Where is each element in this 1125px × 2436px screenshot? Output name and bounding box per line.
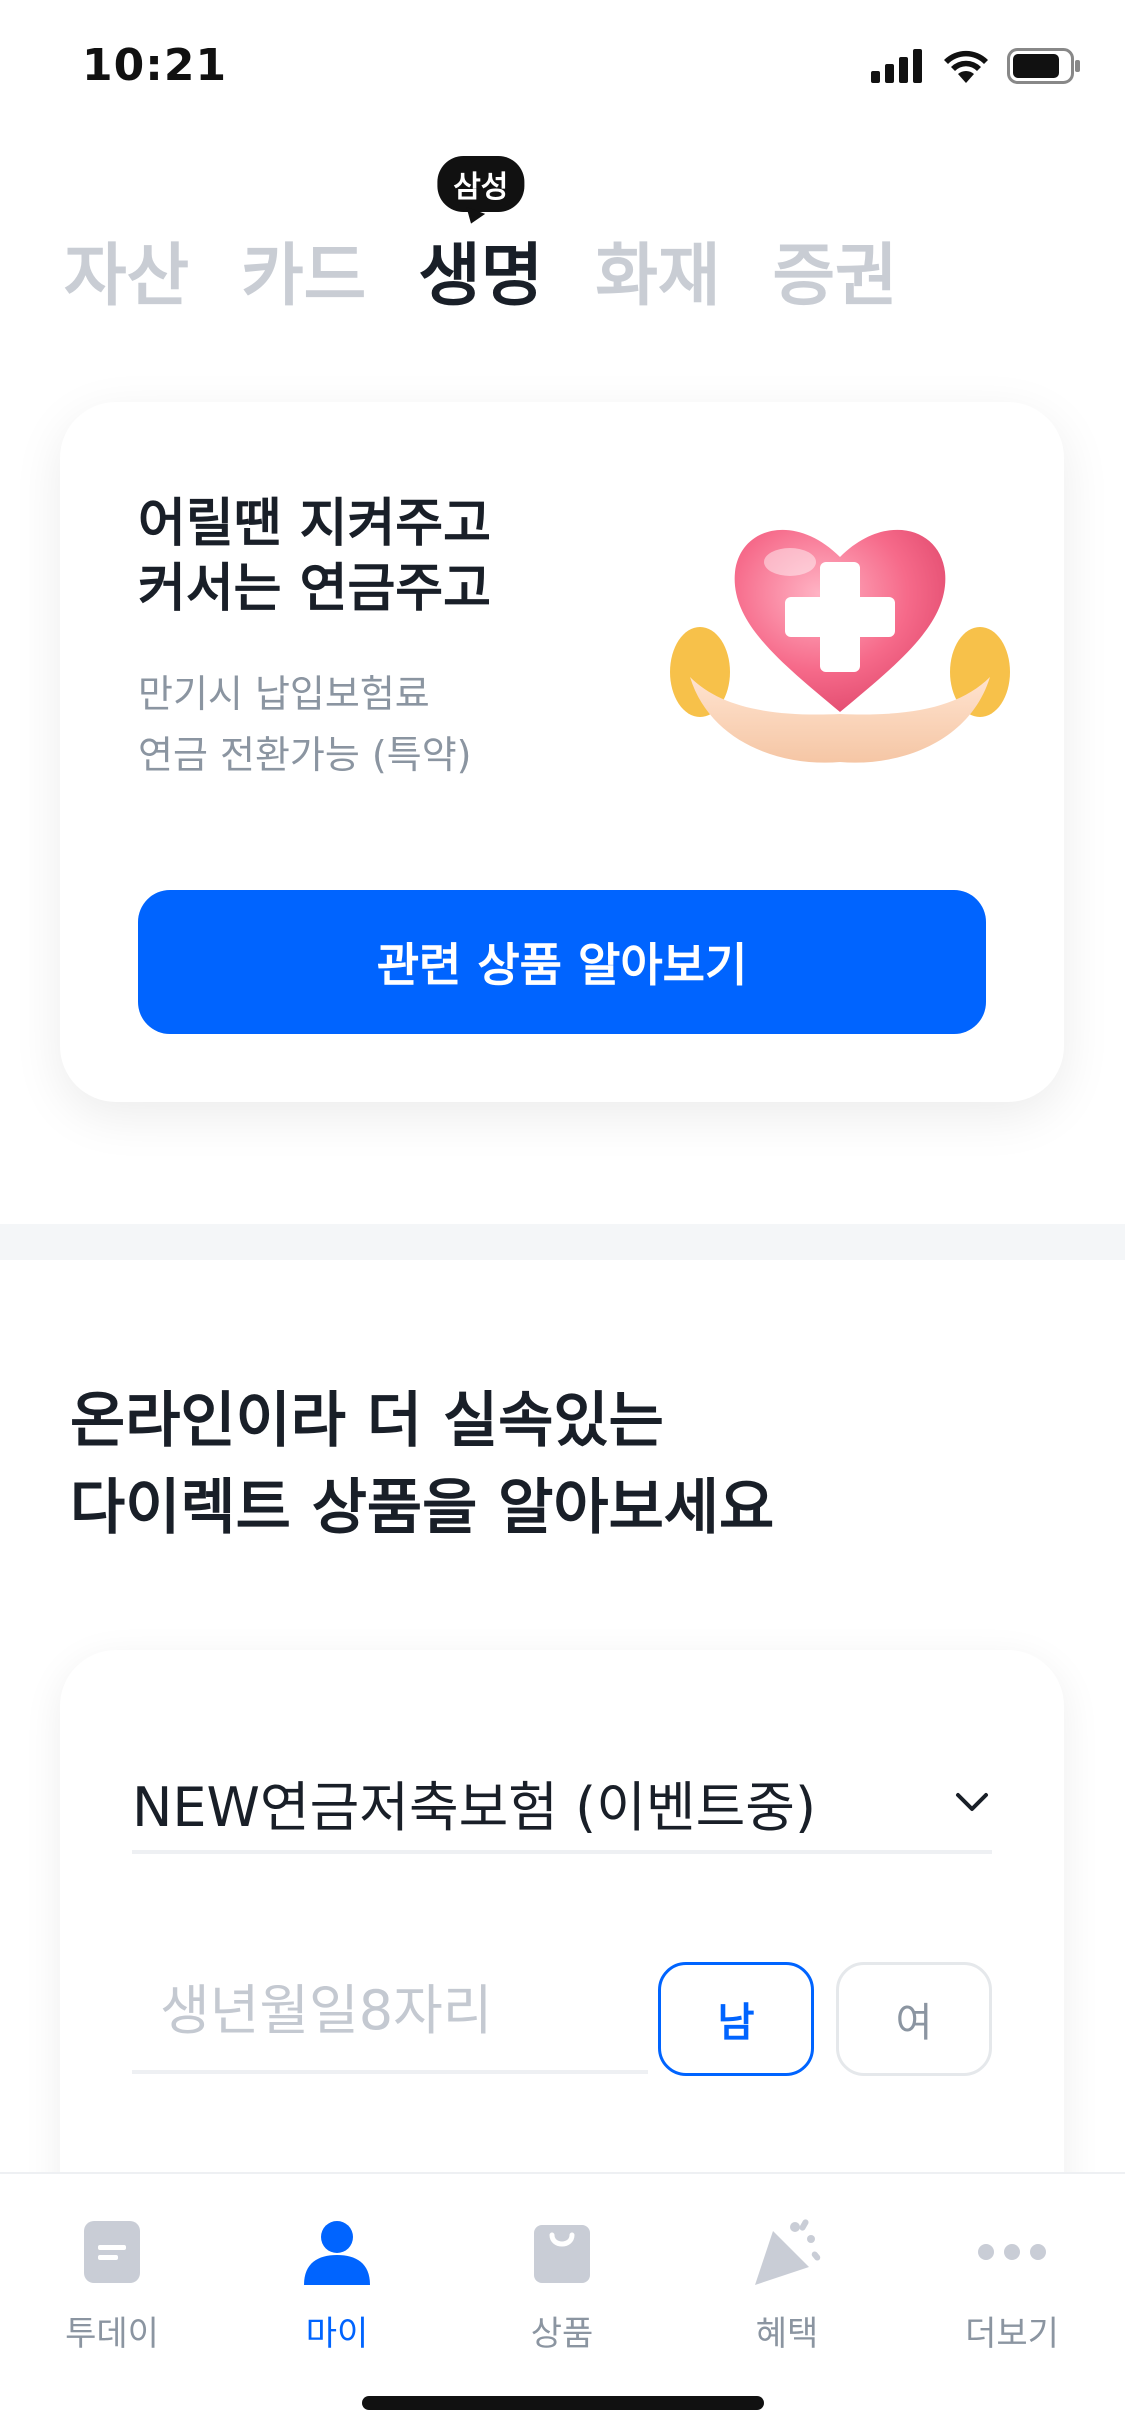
battery-icon	[1007, 48, 1080, 84]
today-icon	[72, 2212, 152, 2292]
heart-in-hands-illustration	[670, 529, 1010, 763]
product-select[interactable]: NEW연금저축보험 (이벤트중)	[132, 1754, 992, 1854]
party-popper-icon	[747, 2212, 827, 2292]
section-divider	[0, 1224, 1125, 1260]
more-dots-icon	[972, 2212, 1052, 2292]
tab-life-insurance[interactable]: 삼성 생명	[418, 156, 544, 319]
section-title: 온라인이라 더 실속있는 다이렉트 상품을 알아보세요	[70, 1378, 774, 1552]
status-bar: 10:21	[0, 0, 1125, 140]
birthdate-input[interactable]	[132, 1950, 648, 2074]
tab-assets[interactable]: 자산	[64, 220, 189, 319]
nav-item-benefits[interactable]: 혜택	[687, 2212, 887, 2355]
promo-title-line: 어릴땐 지켜주고	[138, 494, 491, 554]
nav-item-my[interactable]: 마이	[237, 2212, 437, 2355]
product-select-value: NEW연금저축보험 (이벤트중)	[132, 1775, 817, 1839]
tab-fire-insurance[interactable]: 화재	[595, 220, 720, 319]
nav-label: 투데이	[65, 2314, 159, 2354]
promo-subtitle-line: 연금 전환가능 (특약)	[138, 732, 472, 777]
nav-label: 혜택	[755, 2314, 819, 2354]
tab-securities[interactable]: 증권	[773, 220, 898, 319]
home-indicator	[362, 2396, 764, 2410]
promo-title: 어릴땐 지켜주고 커서는 연금주고	[138, 492, 491, 622]
shopping-bag-icon	[522, 2212, 602, 2292]
promo-subtitle-line: 만기시 납입보험료	[138, 672, 430, 716]
nav-label: 마이	[305, 2314, 369, 2354]
nav-item-more[interactable]: 더보기	[912, 2212, 1112, 2355]
related-products-button[interactable]: 관련 상품 알아보기	[138, 890, 986, 1034]
nav-item-products[interactable]: 상품	[462, 2212, 662, 2355]
section-title-line: 다이렉트 상품을 알아보세요	[70, 1473, 775, 1543]
wifi-icon	[944, 50, 988, 83]
nav-label: 상품	[530, 2314, 594, 2354]
tab-label: 카드	[241, 237, 367, 316]
person-icon	[297, 2212, 377, 2292]
tab-label: 증권	[772, 237, 898, 316]
nav-label: 더보기	[965, 2314, 1059, 2354]
promo-title-line: 커서는 연금주고	[138, 559, 491, 619]
tab-badge: 삼성	[437, 156, 525, 212]
gender-female-button[interactable]: 여	[836, 1962, 992, 2076]
chevron-down-icon	[956, 1793, 988, 1811]
tab-label: 자산	[64, 237, 190, 316]
tab-label: 생명	[418, 237, 544, 316]
status-time: 10:21	[82, 40, 228, 91]
promo-subtitle: 만기시 납입보험료 연금 전환가능 (특약)	[138, 664, 472, 786]
cellular-signal-icon	[871, 49, 922, 83]
tab-label: 화재	[595, 237, 721, 316]
nav-item-today[interactable]: 투데이	[12, 2212, 212, 2355]
gender-male-button[interactable]: 남	[658, 1962, 814, 2076]
status-icons	[871, 48, 1081, 84]
tab-card[interactable]: 카드	[241, 220, 366, 319]
section-title-line: 온라인이라 더 실속있는	[70, 1386, 664, 1456]
category-tabs: 자산 카드 삼성 생명 화재 증권	[64, 156, 898, 319]
promo-card: 어릴땐 지켜주고 커서는 연금주고 만기시 납입보험료 연금 전환가능 (특약)…	[60, 402, 1064, 1102]
